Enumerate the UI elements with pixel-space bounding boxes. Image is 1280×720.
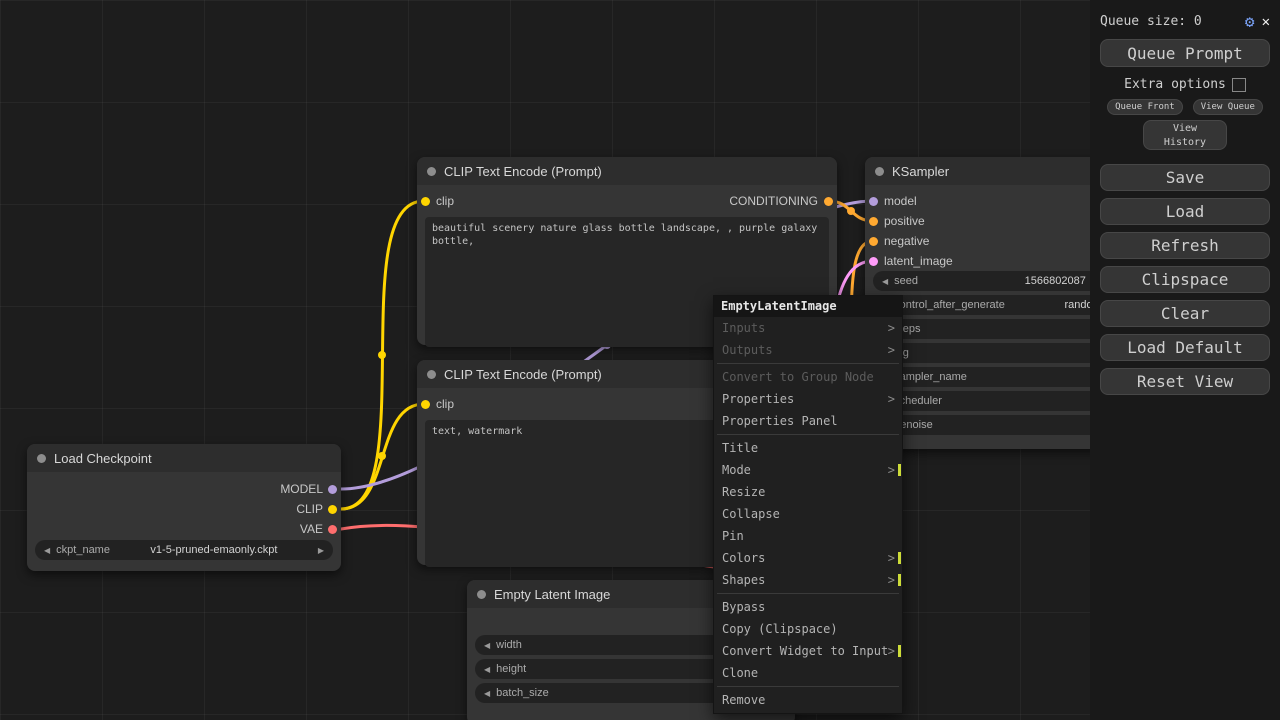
menu-item-convert-to-group-node: Convert to Group Node [722,370,874,384]
input-label-negative: negative [884,234,930,248]
widget-left-arrow-icon[interactable]: ◀ [484,641,490,650]
menu-item-mode[interactable]: Mode > [714,459,902,481]
menu-separator [717,434,899,435]
menu-item-properties[interactable]: Properties > [714,388,902,410]
menu-item-remove[interactable]: Remove [714,689,902,711]
menu-separator [717,686,899,687]
collapse-dot-icon[interactable] [37,453,46,463]
comfy-menu-panel: Queue size: 0 ⚙ ✕ Queue Prompt Extra opt… [1090,0,1280,720]
close-icon[interactable]: ✕ [1262,14,1270,30]
widget-value: 1566802087 [1024,275,1086,287]
node-titlebar: Load Checkpoint [27,444,341,472]
menu-item-inputs: Inputs > [714,317,902,339]
collapse-dot-icon[interactable] [477,589,486,599]
input-slot-clip[interactable] [421,197,430,206]
node-title: CLIP Text Encode (Prompt) [444,366,602,382]
clipspace-button[interactable]: Clipspace [1100,266,1270,293]
node-titlebar: CLIP Text Encode (Prompt) [417,157,837,185]
graph-canvas[interactable]: Load Checkpoint MODEL CLIP VAE ◀ ckpt_na… [0,0,1280,720]
input-slot-positive[interactable] [869,217,878,226]
output-label-conditioning: CONDITIONING [729,194,818,208]
save-button[interactable]: Save [1100,164,1270,191]
widget-label: height [496,663,527,675]
output-label-clip: CLIP [296,502,323,516]
queue-size-label: Queue size: 0 [1100,14,1202,29]
extra-options-label: Extra options [1124,77,1226,92]
input-label-model: model [884,194,917,208]
menu-item-resize[interactable]: Resize [714,481,902,503]
menu-item-title[interactable]: Title [714,437,902,459]
input-label-positive: positive [884,214,925,228]
widget-ckpt-name[interactable]: ◀ ckpt_name v1-5-pruned-emaonly.ckpt ▶ [35,540,333,560]
menu-item-bypass[interactable]: Bypass [714,596,902,618]
output-label-vae: VAE [299,522,323,536]
menu-item-clone[interactable]: Clone [714,662,902,684]
widget-left-arrow-icon[interactable]: ◀ [484,665,490,674]
input-slot-latent-image[interactable] [869,257,878,266]
menu-separator [717,593,899,594]
menu-item-shapes[interactable]: Shapes > [714,569,902,591]
menu-item-colors[interactable]: Colors > [714,547,902,569]
output-slot-clip[interactable] [328,505,337,514]
output-slot-model[interactable] [328,485,337,494]
widget-label: ckpt_name [56,544,110,556]
input-slot-clip[interactable] [421,400,430,409]
widget-label: sampler_name [894,371,967,383]
submenu-arrow-icon: > [887,644,895,658]
node-title: Load Checkpoint [54,450,152,466]
widget-label: control_after_generate [894,299,1005,311]
submenu-arrow-icon: > [887,551,895,565]
input-label-clip: clip [436,397,455,411]
menu-item-properties-panel[interactable]: Properties Panel [714,410,902,432]
submenu-arrow-icon: > [887,573,895,587]
queue-prompt-button[interactable]: Queue Prompt [1100,39,1270,67]
node-title: Empty Latent Image [494,586,611,602]
menu-item-copy-clipspace[interactable]: Copy (Clipspace) [714,618,902,640]
collapse-dot-icon[interactable] [875,166,884,176]
input-slot-model[interactable] [869,197,878,206]
widget-left-arrow-icon[interactable]: ◀ [882,277,888,286]
widget-label: width [496,639,522,651]
menu-item-convert-widget-to-input[interactable]: Convert Widget to Input > [714,640,902,662]
load-default-button[interactable]: Load Default [1100,334,1270,361]
collapse-dot-icon[interactable] [427,166,436,176]
view-queue-button[interactable]: View Queue [1192,99,1263,115]
menu-item-pin[interactable]: Pin [714,525,902,547]
extra-options-checkbox[interactable] [1231,77,1246,92]
widget-right-arrow-icon[interactable]: ▶ [318,546,324,555]
input-slot-negative[interactable] [869,237,878,246]
output-label-model: MODEL [280,482,323,496]
menu-item-collapse[interactable]: Collapse [714,503,902,525]
widget-label: batch_size [496,687,549,699]
output-slot-vae[interactable] [328,525,337,534]
submenu-arrow-icon: > [887,343,895,357]
input-label-clip: clip [436,194,455,208]
queue-front-button[interactable]: Queue Front [1107,99,1183,115]
submenu-arrow-icon: > [887,392,895,406]
widget-value: v1-5-pruned-emaonly.ckpt [150,544,278,556]
node-load-checkpoint[interactable]: Load Checkpoint MODEL CLIP VAE ◀ ckpt_na… [27,444,341,571]
node-title: KSampler [892,163,950,179]
collapse-dot-icon[interactable] [427,369,436,379]
menu-item-outputs: Outputs > [714,339,902,361]
refresh-button[interactable]: Refresh [1100,232,1270,259]
context-menu: EmptyLatentImage Inputs > Outputs > Conver… [713,295,903,714]
output-slot-conditioning[interactable] [824,197,833,206]
submenu-arrow-icon: > [887,463,895,477]
settings-gear-icon[interactable]: ⚙ [1245,12,1255,31]
reset-view-button[interactable]: Reset View [1100,368,1270,395]
widget-label: seed [894,275,919,287]
menu-separator [717,363,899,364]
widget-left-arrow-icon[interactable]: ◀ [44,546,50,555]
context-menu-title: EmptyLatentImage [714,296,902,317]
widget-left-arrow-icon[interactable]: ◀ [484,689,490,698]
submenu-arrow-icon: > [887,321,895,335]
load-button[interactable]: Load [1100,198,1270,225]
view-history-button[interactable]: View History [1143,120,1227,150]
input-label-latent-image: latent_image [884,254,953,268]
clear-button[interactable]: Clear [1100,300,1270,327]
node-title: CLIP Text Encode (Prompt) [444,163,602,179]
